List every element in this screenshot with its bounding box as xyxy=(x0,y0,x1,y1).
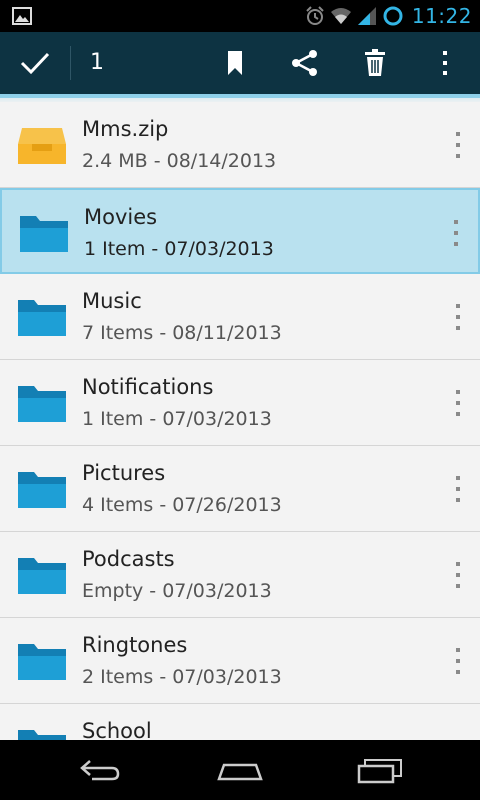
folder-icon xyxy=(18,300,66,336)
signal-icon xyxy=(357,7,376,25)
bookmark-icon xyxy=(228,51,242,75)
file-row[interactable]: Notifications 1 Item - 07/03/2013 xyxy=(0,360,480,446)
recent-apps-button[interactable] xyxy=(350,752,410,788)
row-overflow-menu-icon[interactable] xyxy=(450,304,466,330)
file-row[interactable]: Music 7 Items - 08/11/2013 xyxy=(0,274,480,360)
file-list[interactable]: Mms.zip 2.4 MB - 08/14/2013 Movies 1 Ite… xyxy=(0,102,480,740)
file-details: 2.4 MB - 08/14/2013 xyxy=(82,150,277,172)
file-row[interactable]: Podcasts Empty - 07/03/2013 xyxy=(0,532,480,618)
row-overflow-menu-icon[interactable] xyxy=(450,476,466,502)
folder-icon xyxy=(18,472,66,508)
battery-icon xyxy=(383,6,403,26)
navigation-bar xyxy=(0,740,480,800)
delete-button[interactable] xyxy=(344,32,406,94)
home-icon xyxy=(217,763,263,781)
file-row[interactable]: Mms.zip 2.4 MB - 08/14/2013 xyxy=(0,102,480,188)
file-details: 7 Items - 08/11/2013 xyxy=(82,322,282,344)
alarm-icon xyxy=(306,6,324,25)
file-details: 1 Item - 07/03/2013 xyxy=(82,408,272,430)
file-name: Pictures xyxy=(82,461,166,485)
recent-apps-icon xyxy=(357,759,402,784)
file-row[interactable]: School xyxy=(0,704,480,740)
file-row-selected[interactable]: Movies 1 Item - 07/03/2013 xyxy=(0,188,480,274)
overflow-menu-icon xyxy=(443,51,447,75)
file-details: 2 Items - 07/03/2013 xyxy=(82,666,282,688)
file-name: Movies xyxy=(84,205,158,229)
share-button[interactable] xyxy=(274,32,336,94)
back-icon xyxy=(80,760,120,781)
row-overflow-menu-icon[interactable] xyxy=(450,390,466,416)
archive-icon xyxy=(18,128,66,164)
home-button[interactable] xyxy=(210,752,270,788)
folder-icon xyxy=(18,730,66,740)
done-button[interactable] xyxy=(0,32,70,94)
selected-count: 1 xyxy=(90,50,104,75)
action-bar-divider xyxy=(70,46,71,80)
folder-icon xyxy=(18,386,66,422)
file-name: Podcasts xyxy=(82,547,175,571)
back-button[interactable] xyxy=(70,752,130,788)
bookmark-button[interactable] xyxy=(204,32,266,94)
file-row[interactable]: Ringtones 2 Items - 07/03/2013 xyxy=(0,618,480,704)
file-details: 1 Item - 07/03/2013 xyxy=(84,238,274,260)
status-bar: 11:22 xyxy=(0,0,480,32)
file-name: School xyxy=(82,719,152,740)
file-name: Music xyxy=(82,289,142,313)
file-manager-screen: 11:22 1 Mms.zip 2.4 MB - 08/14/2013 Movi… xyxy=(0,0,480,800)
file-name: Mms.zip xyxy=(82,117,169,141)
folder-icon xyxy=(18,558,66,594)
action-bar-highlight xyxy=(0,94,480,98)
clock-time: 11:22 xyxy=(411,4,472,28)
contextual-action-bar: 1 xyxy=(0,32,480,94)
row-overflow-menu-icon[interactable] xyxy=(450,562,466,588)
status-icons: 11:22 xyxy=(304,0,472,32)
file-row[interactable]: Pictures 4 Items - 07/26/2013 xyxy=(0,446,480,532)
overflow-menu-button[interactable] xyxy=(414,32,476,94)
share-icon xyxy=(292,50,317,76)
delete-icon xyxy=(365,49,385,76)
file-details: Empty - 07/03/2013 xyxy=(82,580,272,602)
row-overflow-menu-icon[interactable] xyxy=(448,220,464,246)
row-overflow-menu-icon[interactable] xyxy=(450,648,466,674)
file-name: Notifications xyxy=(82,375,214,399)
folder-icon xyxy=(20,216,68,252)
wifi-icon xyxy=(330,8,351,24)
file-details: 4 Items - 07/26/2013 xyxy=(82,494,282,516)
row-overflow-menu-icon[interactable] xyxy=(450,132,466,158)
picture-icon xyxy=(12,7,32,25)
file-name: Ringtones xyxy=(82,633,188,657)
done-check-icon xyxy=(20,52,50,75)
folder-icon xyxy=(18,644,66,680)
